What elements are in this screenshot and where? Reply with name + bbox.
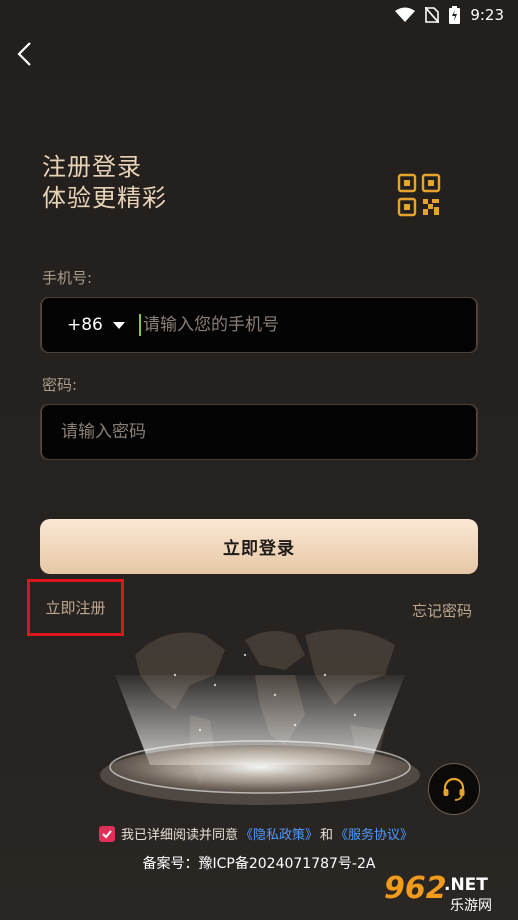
password-label: 密码: — [42, 376, 78, 394]
qr-login-button[interactable] — [397, 173, 441, 217]
service-agreement-link[interactable]: 《服务协议》 — [335, 824, 413, 843]
qr-code-icon — [397, 173, 441, 217]
password-input-box — [40, 404, 478, 460]
dropdown-caret-icon — [112, 321, 125, 329]
title-line-2: 体验更精彩 — [42, 184, 167, 212]
agreement-text: 我已详细阅读并同意 — [121, 828, 239, 843]
back-button[interactable] — [12, 40, 40, 68]
no-sim-icon — [425, 7, 440, 23]
page-title: 注册登录 体验更精彩 — [42, 152, 167, 214]
wifi-icon — [395, 7, 416, 22]
headset-icon — [443, 777, 465, 801]
country-code-value: +86 — [67, 315, 103, 335]
check-icon — [102, 829, 112, 838]
phone-label: 手机号: — [42, 269, 93, 287]
site-watermark-logo: 962 .NET 乐游网 — [384, 871, 492, 914]
battery-icon — [449, 6, 461, 24]
agreement-row: 我已详细阅读并同意 《隐私政策》 和 《服务协议》 — [99, 824, 413, 843]
world-map-hologram-illustration — [100, 629, 420, 805]
agreement-and: 和 — [320, 828, 334, 843]
watermark-text-3: 乐游网 — [450, 898, 492, 914]
status-time: 9:23 — [470, 6, 504, 24]
phone-input[interactable] — [141, 298, 477, 352]
agreement-checkbox[interactable] — [99, 825, 115, 842]
watermark-text-2: .NET — [444, 875, 488, 895]
login-button[interactable]: 立即登录 — [40, 519, 478, 574]
privacy-policy-link[interactable]: 《隐私政策》 — [240, 824, 318, 843]
country-code-selector[interactable]: +86 — [41, 315, 131, 335]
login-screen: 9:23 注册登录 体验更精彩 手机号: +86 请输入您的手机号 密码: 立即… — [0, 0, 518, 920]
back-arrow-icon — [17, 42, 31, 66]
password-input[interactable] — [41, 405, 477, 459]
phone-input-box: +86 — [40, 297, 478, 353]
customer-support-button[interactable] — [428, 763, 480, 815]
title-line-1: 注册登录 — [42, 153, 142, 181]
watermark-text-1: 962 — [384, 871, 447, 906]
status-bar: 9:23 — [0, 0, 518, 30]
